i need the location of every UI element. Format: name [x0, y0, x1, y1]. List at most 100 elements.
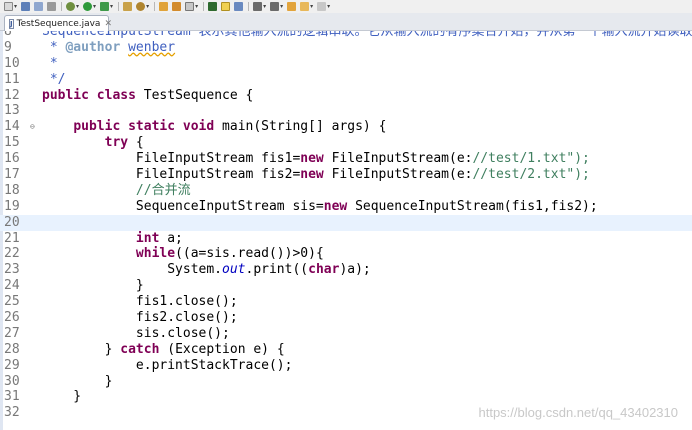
toolbar-separator [154, 2, 156, 11]
save-icon[interactable] [21, 2, 31, 11]
code-text: */ [42, 71, 66, 87]
open-type-icon[interactable] [172, 2, 182, 11]
code-line[interactable]: 26 fis2.close(); [0, 310, 692, 326]
code-text: } [42, 373, 113, 389]
line-number: 25 [4, 294, 20, 310]
print-icon[interactable] [47, 2, 57, 11]
watermark: https://blog.csdn.net/qq_43402310 [478, 405, 679, 420]
chevron-down-icon[interactable]: ▾ [263, 2, 266, 11]
code-text: } catch (Exception e) { [42, 341, 285, 357]
line-number: 21 [4, 230, 20, 246]
code-line[interactable]: 9 * @author wenber [0, 40, 692, 56]
line-number: 32 [4, 405, 20, 421]
line-number: 20 [4, 214, 20, 230]
line-number: 22 [4, 246, 20, 262]
editor-tab[interactable]: J TestSequence.java ✕ [4, 15, 112, 31]
code-line[interactable]: 13 [0, 103, 692, 119]
line-number: 8 [4, 31, 12, 39]
code-line[interactable]: 12 public class TestSequence { [0, 88, 692, 104]
chevron-down-icon[interactable]: ▾ [327, 2, 330, 11]
code-line[interactable]: 20 [0, 214, 692, 231]
next-annotation-icon[interactable] [253, 2, 263, 11]
line-number: 15 [4, 135, 20, 151]
line-number: 11 [4, 71, 20, 87]
toolbar-separator [203, 2, 205, 11]
code-line[interactable]: 15 try { [0, 135, 692, 151]
chevron-down-icon[interactable]: ▾ [280, 2, 283, 11]
line-number: 23 [4, 262, 20, 278]
code-text: FileInputStream fis1=new FileInputStream… [42, 151, 590, 167]
chevron-down-icon[interactable]: ▾ [146, 2, 149, 11]
back-icon[interactable] [300, 2, 310, 11]
prev-annotation-icon[interactable] [270, 2, 280, 11]
code-line[interactable]: 14 ⊖ public static void main(String[] arg… [0, 119, 692, 135]
code-line[interactable]: 28 } catch (Exception e) { [0, 342, 692, 358]
code-line[interactable]: 17 FileInputStream fis2=new FileInputStr… [0, 167, 692, 183]
search-icon[interactable] [185, 2, 195, 11]
toolbar-separator [248, 2, 250, 11]
fold-collapse-icon[interactable]: ⊖ [30, 119, 35, 135]
code-text: fis2.close(); [42, 310, 238, 326]
line-number: 31 [4, 389, 20, 405]
code-line[interactable]: 16 FileInputStream fis1=new FileInputStr… [0, 151, 692, 167]
code-text: SequenceInputStream 表示其他输入流的逻辑串联。它从输入流的有… [42, 31, 692, 39]
toggle-highlight-icon[interactable] [221, 2, 231, 11]
line-number: 9 [4, 39, 12, 55]
editor-tab-title: TestSequence.java [16, 18, 101, 29]
last-edit-icon[interactable] [287, 2, 297, 11]
mark-occurrences-icon[interactable] [208, 2, 218, 11]
show-whitespace-icon[interactable] [234, 2, 244, 11]
code-editor[interactable]: 8 SequenceInputStream 表示其他输入流的逻辑串联。它从输入流的… [0, 31, 692, 430]
chevron-down-icon[interactable]: ▾ [310, 2, 313, 11]
code-line[interactable]: 25 fis1.close(); [0, 294, 692, 310]
code-text: try { [104, 135, 144, 151]
line-number: 12 [4, 87, 20, 103]
code-line[interactable]: 10 * [0, 56, 692, 72]
code-text: SequenceInputStream sis=new SequenceInpu… [42, 198, 598, 214]
code-line[interactable]: 23 System.out.print((char)a); [0, 262, 692, 278]
code-line[interactable]: 18 //合并流 [0, 183, 692, 199]
line-number: 17 [4, 167, 20, 183]
toolbar-separator [61, 2, 63, 11]
code-line[interactable]: 27 sis.close(); [0, 326, 692, 342]
code-line[interactable]: 30 } [0, 374, 692, 390]
code-text: FileInputStream fis2=new FileInputStream… [42, 167, 590, 183]
chevron-down-icon[interactable]: ▾ [14, 2, 17, 11]
chevron-down-icon[interactable]: ▾ [93, 2, 96, 11]
main-toolbar: ▾ ▾ ▾ ▾ ▾ ▾ ▾ ▾ ▾ ▾ [0, 0, 692, 13]
debug-icon[interactable] [66, 2, 76, 11]
code-line[interactable]: 31 } [0, 389, 692, 405]
new-package-icon[interactable] [136, 2, 146, 11]
chevron-down-icon[interactable]: ▾ [195, 2, 198, 11]
code-text: } [42, 278, 144, 294]
run-icon[interactable] [83, 2, 93, 11]
new-icon[interactable] [4, 2, 13, 11]
chevron-down-icon[interactable]: ▾ [76, 2, 79, 11]
code-line[interactable]: 8 SequenceInputStream 表示其他输入流的逻辑串联。它从输入流的… [0, 31, 692, 40]
code-line[interactable]: 24 } [0, 278, 692, 294]
code-text: sis.close(); [42, 325, 230, 341]
line-number: 19 [4, 198, 20, 214]
line-number: 18 [4, 182, 20, 198]
code-line[interactable]: 29 e.printStackTrace(); [0, 358, 692, 374]
code-line[interactable]: 11 */ [0, 72, 692, 88]
code-line[interactable]: 22 while((a=sis.read())>0){ [0, 246, 692, 262]
save-all-icon[interactable] [34, 2, 44, 11]
new-java-project-icon[interactable] [123, 2, 133, 11]
code-area[interactable]: 8 SequenceInputStream 表示其他输入流的逻辑串联。它从输入流的… [0, 31, 692, 421]
line-number: 27 [4, 325, 20, 341]
code-text: public static void main(String[] args) { [73, 119, 387, 135]
editor-tab-bar: J TestSequence.java ✕ [0, 13, 692, 31]
code-line[interactable]: 21 int a; [0, 231, 692, 247]
code-text: System.out.print((char)a); [42, 262, 371, 278]
code-text: //合并流 [135, 182, 191, 198]
code-text: e.printStackTrace(); [42, 357, 293, 373]
code-text: while((a=sis.read())>0){ [135, 246, 324, 262]
external-tools-icon[interactable] [100, 2, 110, 11]
line-number: 16 [4, 151, 20, 167]
forward-icon[interactable] [317, 2, 327, 11]
new-class-icon[interactable] [159, 2, 169, 11]
code-line[interactable]: 19 SequenceInputStream sis=new SequenceI… [0, 199, 692, 215]
chevron-down-icon[interactable]: ▾ [110, 2, 113, 11]
close-icon[interactable]: ✕ [104, 19, 112, 29]
